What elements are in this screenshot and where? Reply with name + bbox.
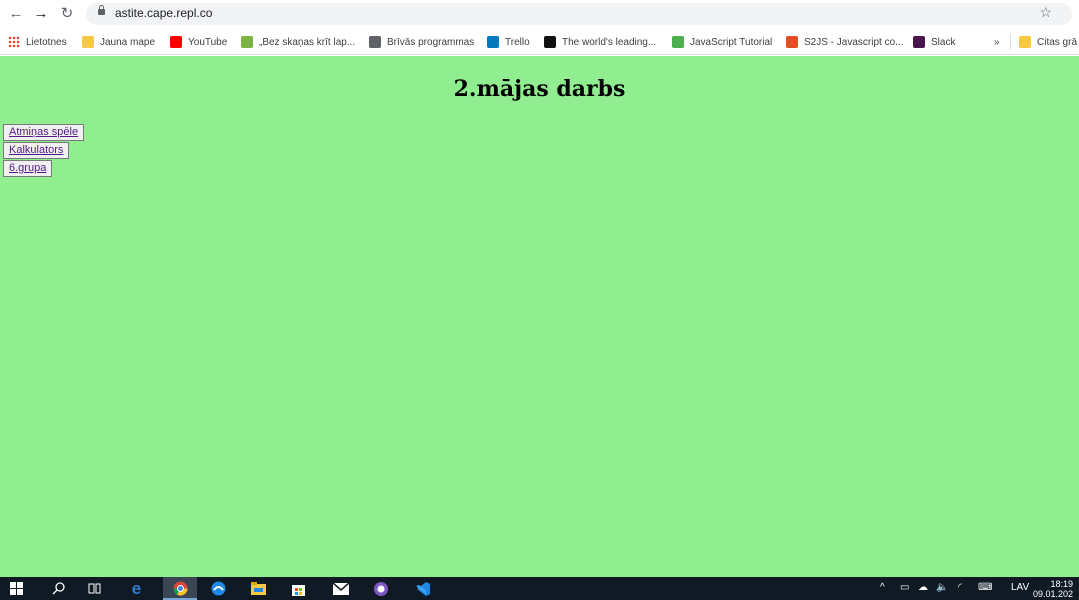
bookmark-jauna-mape[interactable]: Jauna mape xyxy=(82,34,155,50)
bookmark-label: Citas grā xyxy=(1037,36,1078,48)
bookmark-apps[interactable]: Lietotnes xyxy=(8,34,67,50)
bookmark-other-folder[interactable]: Citas grā xyxy=(1010,34,1077,50)
folder-icon xyxy=(82,36,94,48)
bookmark-label: YouTube xyxy=(188,36,228,48)
leaf-icon xyxy=(241,36,253,48)
bookmark-label: Jauna mape xyxy=(100,36,156,48)
bookmark-s2js[interactable]: S2JS - Javascript co... xyxy=(786,34,903,50)
bookmark-star-icon[interactable]: ☆ xyxy=(1039,4,1052,21)
slack-icon xyxy=(913,36,925,48)
file-explorer-icon[interactable] xyxy=(250,580,267,597)
show-hidden-icons-icon[interactable]: ^ xyxy=(880,582,885,593)
bookmark-label: S2JS - Javascript co... xyxy=(804,36,904,48)
volume-icon[interactable]: 🔈 xyxy=(936,582,948,593)
vscode-icon[interactable] xyxy=(414,580,431,597)
search-icon[interactable] xyxy=(50,580,67,597)
lock-icon xyxy=(98,5,105,15)
bookmark-label: Slack xyxy=(931,36,956,48)
keyboard-icon[interactable]: ⌨ xyxy=(978,582,992,593)
edge-dev-icon[interactable] xyxy=(210,580,227,597)
clock-time: 18:19 xyxy=(1050,579,1073,589)
bookmark-github[interactable]: The world's leading... xyxy=(544,34,656,50)
bookmark-trello[interactable]: Trello xyxy=(487,34,530,50)
apps-grid-icon xyxy=(8,36,20,48)
wifi-icon[interactable]: ◜ xyxy=(958,582,962,593)
bookmark-label: The world's leading... xyxy=(562,36,657,48)
language-indicator[interactable]: LAV xyxy=(1011,582,1029,593)
address-bar-row: ← → ↻ astite.cape.repl.co ☆ xyxy=(0,0,1079,29)
calculator-button[interactable]: Kalkulators xyxy=(3,142,70,159)
mail-icon[interactable] xyxy=(332,580,349,597)
s2js-icon xyxy=(786,36,798,48)
bookmark-label: Brīvās programmas xyxy=(387,36,475,48)
bookmarks-overflow-button[interactable]: » xyxy=(994,34,1000,50)
trello-icon xyxy=(487,36,499,48)
edge-browser-icon[interactable]: e xyxy=(128,579,145,598)
url-text[interactable]: astite.cape.repl.co xyxy=(115,6,212,20)
bookmark-label: JavaScript Tutorial xyxy=(690,36,773,48)
bookmark-label: » xyxy=(994,36,1000,48)
bookmark-label: Trello xyxy=(505,36,530,48)
memory-game-button[interactable]: Atmiņas spēle xyxy=(3,124,85,141)
reload-icon[interactable]: ↻ xyxy=(57,4,77,24)
app-icon-purple[interactable] xyxy=(372,580,389,597)
battery-icon[interactable]: ▭ xyxy=(900,582,909,593)
bookmark-slack[interactable]: Slack xyxy=(913,34,955,50)
clock-date: 09.01.202 xyxy=(1032,589,1073,599)
task-view-icon[interactable] xyxy=(86,580,103,597)
bookmark-brivas-programmas[interactable]: Brīvās programmas xyxy=(369,34,474,50)
bookmark-label: Lietotnes xyxy=(26,36,67,48)
folder-icon xyxy=(1019,36,1031,48)
bookmark-youtube[interactable]: YouTube xyxy=(170,34,227,50)
bookmark-label: „Bez skaņas krīt lap... xyxy=(259,36,356,48)
windows-taskbar: e ^ ▭ ☁ 🔈 ◜ ⌨ LAV 18:19 09.01.202 xyxy=(0,577,1079,600)
address-bar[interactable]: astite.cape.repl.co ☆ xyxy=(86,3,1072,25)
windows-start-icon[interactable] xyxy=(8,580,25,597)
globe-icon xyxy=(369,36,381,48)
chrome-browser-icon[interactable] xyxy=(163,577,197,600)
bookmark-bez-skanas[interactable]: „Bez skaņas krīt lap... xyxy=(241,34,355,50)
store-icon[interactable] xyxy=(290,580,307,597)
onedrive-cloud-icon[interactable]: ☁ xyxy=(918,582,928,593)
youtube-icon xyxy=(170,36,182,48)
back-arrow-icon[interactable]: ← xyxy=(6,4,26,24)
clock[interactable]: 18:19 09.01.202 xyxy=(1033,579,1073,599)
page-title: 2.mājas darbs xyxy=(453,76,626,102)
github-icon xyxy=(544,36,556,48)
browser-chrome: ← → ↻ astite.cape.repl.co ☆ Lietotnes Ja… xyxy=(0,0,1079,56)
bookmark-javascript-tutorial[interactable]: JavaScript Tutorial xyxy=(672,34,772,50)
bookmarks-bar: Lietotnes Jauna mape YouTube „Bez skaņas… xyxy=(0,29,1079,55)
javascript-tutorial-icon xyxy=(672,36,684,48)
forward-arrow-icon[interactable]: → xyxy=(31,4,51,24)
group-6-button[interactable]: 6.grupa xyxy=(3,160,53,177)
